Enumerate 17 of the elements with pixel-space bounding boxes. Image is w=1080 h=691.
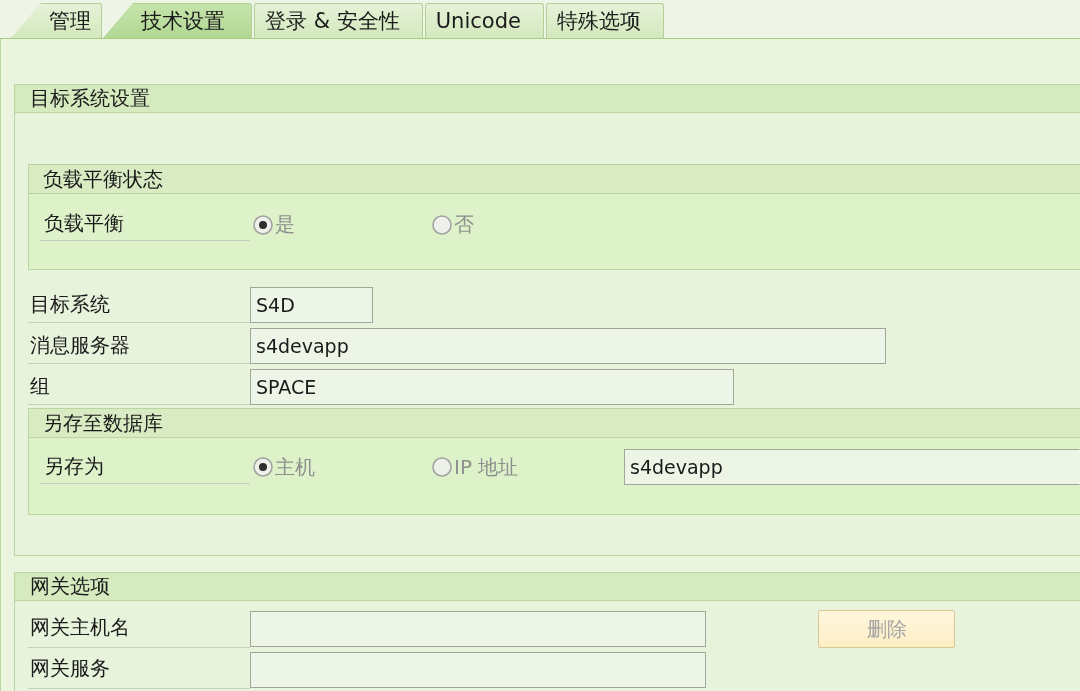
tab[interactable]: Unicode [424,3,544,38]
text-field[interactable]: s4devapp [250,328,886,364]
group-title: 目标系统设置 [15,85,1080,113]
group-title: 另存至数据库 [29,409,1080,438]
text-field[interactable]: SPACE [250,369,734,405]
field-label: 另存为 [40,450,250,484]
tab[interactable]: 登录 & 安全性 [254,3,423,38]
text-field[interactable]: s4devapp [624,449,1080,485]
text-field[interactable] [250,611,706,647]
group-title: 网关选项 [15,573,1080,601]
group-title: 负载平衡状态 [29,165,1080,194]
text-field[interactable]: S4D [250,287,373,323]
text-field[interactable] [250,652,706,688]
tab[interactable]: 技术设置 [103,3,252,38]
tab[interactable]: 特殊选项 [545,3,664,38]
tab[interactable]: 管理 [11,3,102,38]
field-label: 负载平衡 [40,208,250,241]
